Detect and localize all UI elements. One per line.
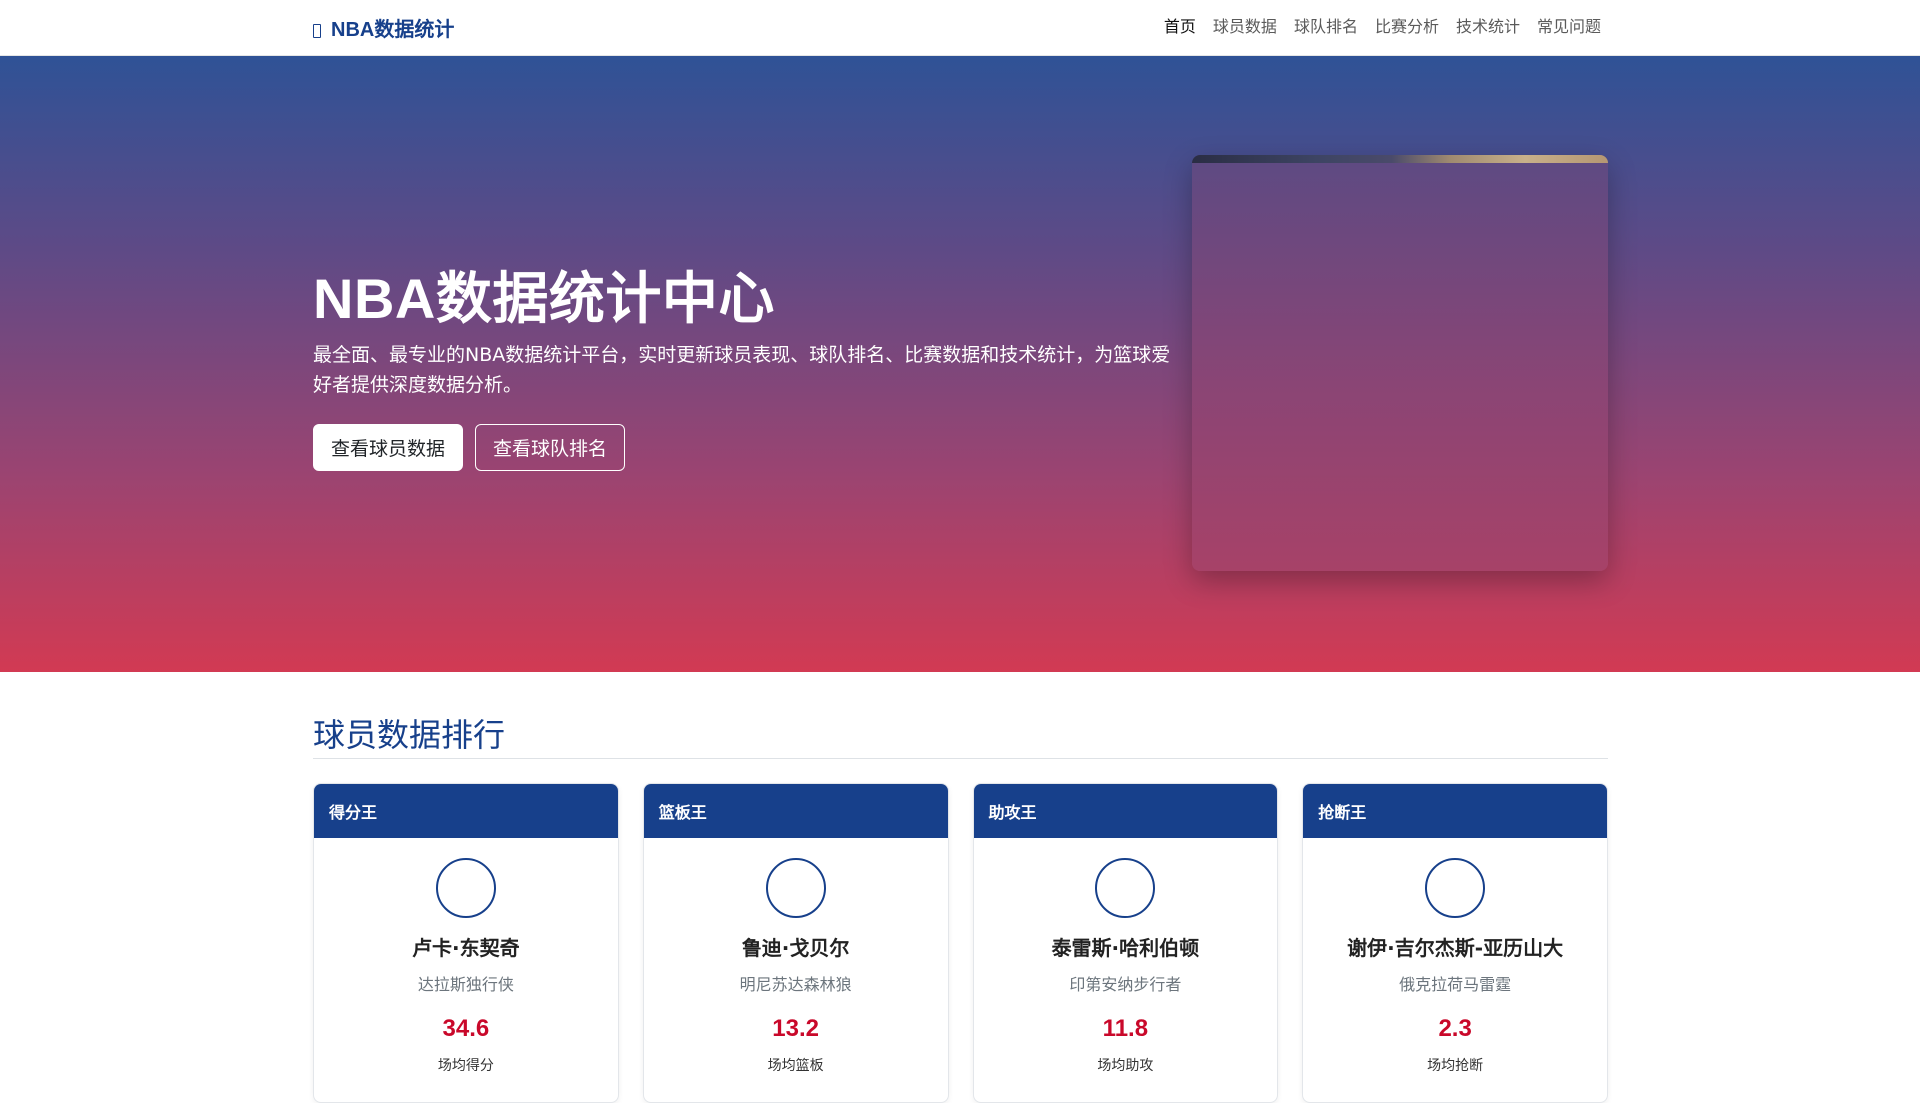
hero-image [1192, 155, 1608, 571]
card-header: 得分王 [314, 784, 618, 838]
leader-card-rebounds[interactable]: 篮板王 鲁迪·戈贝尔 明尼苏达森林狼 13.2 场均篮板 [642, 783, 949, 1103]
view-player-data-button[interactable]: 查看球员数据 [313, 424, 464, 471]
stat-value: 2.3 [1438, 1015, 1472, 1042]
card-header-label: 抢断王 [1318, 803, 1367, 822]
section-divider [313, 758, 1608, 759]
stat-label: 场均得分 [437, 1058, 494, 1074]
nav-item-game-analysis[interactable]: 比赛分析 [1375, 17, 1439, 36]
stat-value: 11.8 [1102, 1015, 1149, 1042]
leader-cards: 得分王 卢卡·东契奇 达拉斯独行侠 34.6 场均得分 篮板王 鲁迪·戈贝尔 明… [313, 783, 1608, 1103]
card-header-label: 篮板王 [658, 803, 707, 822]
card-body: 谢伊·吉尔杰斯-亚历山大 俄克拉荷马雷霆 2.3 场均抢断 [1303, 838, 1607, 1075]
nav-item-player-stats[interactable]: 球员数据 [1213, 17, 1277, 36]
team-name: 俄克拉荷马雷霆 [1399, 975, 1512, 994]
basketball-icon [313, 23, 321, 38]
card-header: 助攻王 [973, 784, 1278, 838]
stat-label: 场均篮板 [767, 1058, 824, 1074]
avatar [1425, 858, 1486, 918]
stat-label: 场均助攻 [1097, 1058, 1154, 1074]
nav-item-technical-stats[interactable]: 技术统计 [1456, 17, 1520, 36]
hero-title: NBA数据统计中心 [313, 267, 775, 330]
player-name: 鲁迪·戈贝尔 [741, 936, 850, 960]
team-name: 达拉斯独行侠 [417, 975, 514, 994]
avatar [765, 858, 826, 918]
leader-card-points[interactable]: 得分王 卢卡·东契奇 达拉斯独行侠 34.6 场均得分 [313, 783, 619, 1103]
brand-title: NBA数据统计 [331, 19, 455, 41]
avatar [435, 858, 496, 918]
hero-banner: NBA数据统计中心 最全面、最专业的NBA数据统计平台，实时更新球员表现、球队排… [0, 56, 1920, 672]
player-name: 谢伊·吉尔杰斯-亚历山大 [1347, 936, 1564, 960]
view-team-rankings-button[interactable]: 查看球队排名 [475, 424, 626, 471]
section-title: 球员数据排行 [313, 716, 506, 754]
hero-actions: 查看球员数据 查看球队排名 [313, 424, 626, 471]
card-header-label: 得分王 [329, 803, 378, 822]
player-name: 卢卡·东契奇 [412, 936, 520, 960]
nav-item-faq[interactable]: 常见问题 [1537, 17, 1601, 36]
top-navbar: NBA数据统计 首页 球员数据 球队排名 比赛分析 技术统计 常见问题 [0, 0, 1920, 56]
card-body: 鲁迪·戈贝尔 明尼苏达森林狼 13.2 场均篮板 [644, 838, 948, 1075]
card-header-label: 助攻王 [988, 803, 1037, 822]
leader-card-steals[interactable]: 抢断王 谢伊·吉尔杰斯-亚历山大 俄克拉荷马雷霆 2.3 场均抢断 [1302, 783, 1608, 1103]
stat-value: 13.2 [772, 1015, 819, 1042]
nav-item-home[interactable]: 首页 [1164, 17, 1196, 36]
card-body: 卢卡·东契奇 达拉斯独行侠 34.6 场均得分 [314, 838, 618, 1075]
nav-item-team-rankings[interactable]: 球队排名 [1294, 17, 1358, 36]
team-name: 明尼苏达森林狼 [739, 975, 852, 994]
avatar [1095, 858, 1156, 918]
card-header: 抢断王 [1303, 784, 1607, 838]
team-name: 印第安纳步行者 [1069, 975, 1182, 994]
card-body: 泰雷斯·哈利伯顿 印第安纳步行者 11.8 场均助攻 [974, 838, 1278, 1075]
brand-link[interactable]: NBA数据统计 [313, 13, 454, 42]
leader-card-assists[interactable]: 助攻王 泰雷斯·哈利伯顿 印第安纳步行者 11.8 场均助攻 [972, 783, 1279, 1103]
nav-menu: 首页 球员数据 球队排名 比赛分析 技术统计 常见问题 [1164, 16, 1601, 38]
hero-description: 最全面、最专业的NBA数据统计平台，实时更新球员表现、球队排名、比赛数据和技术统… [313, 344, 1171, 396]
hero-image-strip [1192, 155, 1608, 163]
stat-value: 34.6 [442, 1015, 490, 1042]
card-header: 篮板王 [643, 784, 948, 838]
player-name: 泰雷斯·哈利伯顿 [1051, 936, 1200, 960]
stat-label: 场均抢断 [1427, 1058, 1484, 1074]
